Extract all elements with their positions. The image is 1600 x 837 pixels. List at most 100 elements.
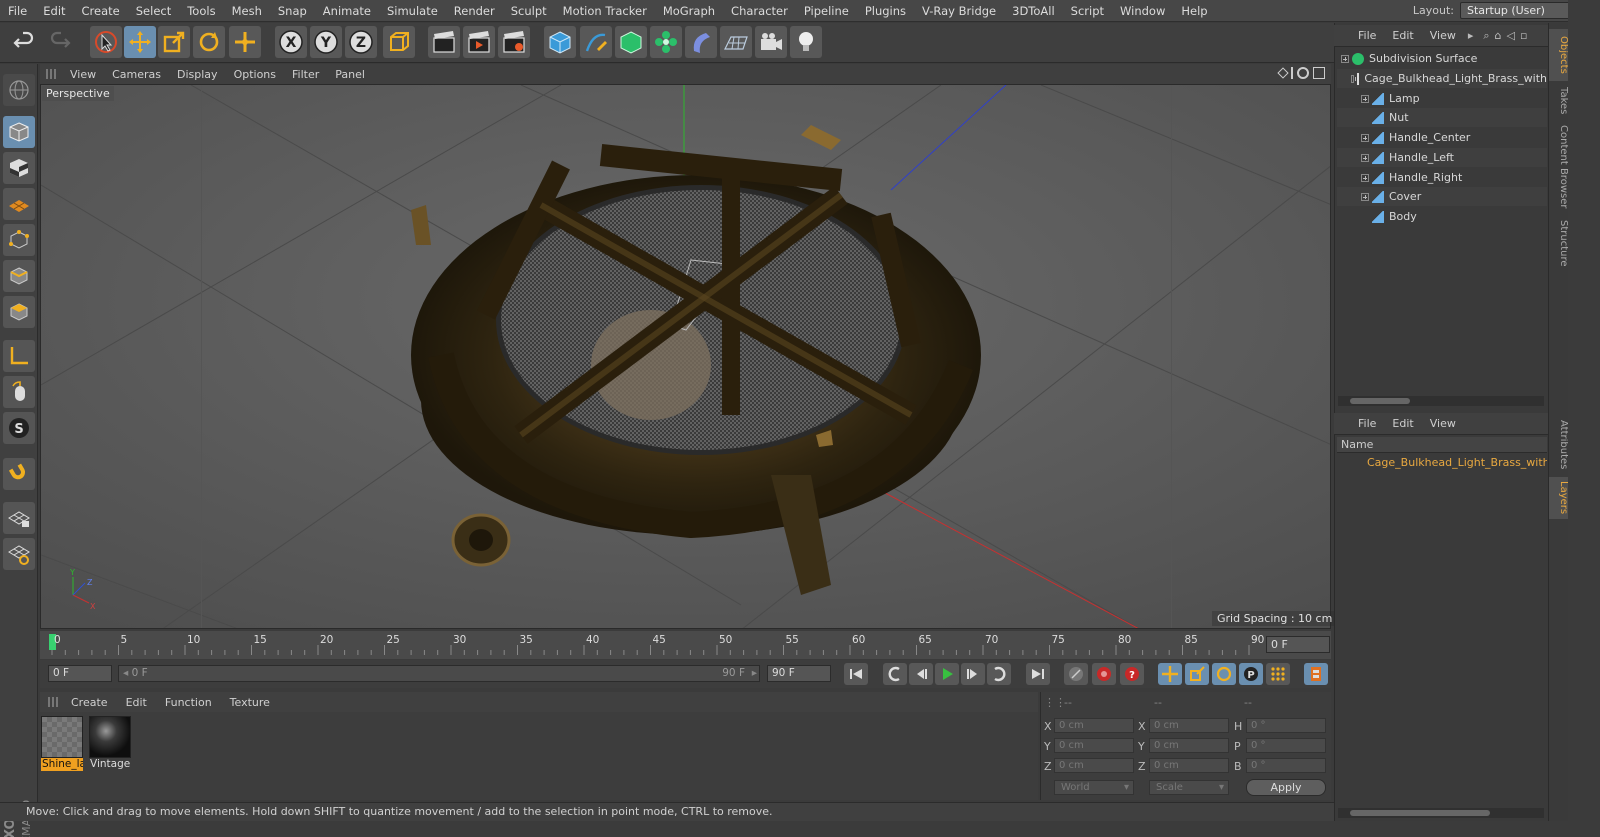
toggle-view-icon[interactable] [1313, 67, 1325, 79]
deformer-button[interactable] [685, 26, 717, 58]
menu-pipeline[interactable]: Pipeline [796, 4, 857, 18]
material-menu-function[interactable]: Function [156, 696, 221, 709]
object-row-handle-right[interactable]: Handle_Right [1337, 168, 1547, 187]
menu-mograph[interactable]: MoGraph [655, 4, 723, 18]
pen-spline-button[interactable] [580, 26, 612, 58]
menu-simulate[interactable]: Simulate [379, 4, 446, 18]
tab-structure[interactable]: Structure [1549, 215, 1569, 271]
coord-size-z-field[interactable]: 0 cm [1149, 758, 1229, 773]
menu-animate[interactable]: Animate [315, 4, 379, 18]
object-row-handle-left[interactable]: Handle_Left [1337, 148, 1547, 167]
menu-render[interactable]: Render [446, 4, 503, 18]
expand-icon[interactable] [1351, 74, 1356, 83]
key-position-button[interactable] [1158, 663, 1182, 685]
coordinate-system-button[interactable] [383, 26, 415, 58]
move-tool-button[interactable] [124, 26, 156, 58]
orbit-icon[interactable] [1297, 67, 1309, 79]
menu-script[interactable]: Script [1063, 4, 1112, 18]
material-menu-edit[interactable]: Edit [117, 696, 156, 709]
menu-snap[interactable]: Snap [270, 4, 315, 18]
planar-workplane-button[interactable] [3, 538, 35, 570]
objects-menu-file[interactable]: File [1350, 29, 1384, 42]
x-axis-lock-button[interactable]: X [275, 26, 307, 58]
menu-mesh[interactable]: Mesh [224, 4, 270, 18]
coord-pos-y-field[interactable]: 0 cm [1054, 738, 1134, 753]
z-axis-lock-button[interactable]: Z [345, 26, 377, 58]
apply-button[interactable]: Apply [1246, 779, 1326, 796]
polygon-mode-button[interactable] [3, 296, 35, 328]
coord-rot-h-field[interactable]: 0 ° [1246, 718, 1326, 733]
coord-size-y-field[interactable]: 0 cm [1149, 738, 1229, 753]
coord-size-x-field[interactable]: 0 cm [1149, 718, 1229, 733]
object-row-cage-bulkhead[interactable]: Cage_Bulkhead_Light_Brass_with [1337, 69, 1547, 88]
menu-edit[interactable]: Edit [35, 4, 73, 18]
object-row-nut[interactable]: Nut [1337, 108, 1547, 127]
texture-mode-button[interactable] [3, 152, 35, 184]
expand-icon[interactable] [1361, 133, 1369, 142]
array-cloner-button[interactable] [650, 26, 682, 58]
render-settings-button[interactable] [498, 26, 530, 58]
tab-attributes[interactable]: Attributes [1549, 415, 1569, 475]
menu-file[interactable]: File [0, 4, 35, 18]
objects-horizontal-scrollbar[interactable] [1338, 396, 1544, 406]
menu-tools[interactable]: Tools [179, 4, 223, 18]
select-tool-button[interactable] [90, 26, 122, 58]
material-swatch-shine[interactable]: Shine_la [41, 716, 83, 774]
coord-rot-b-field[interactable]: 0 ° [1246, 758, 1326, 773]
pan-icon[interactable] [1277, 67, 1289, 79]
menu-select[interactable]: Select [128, 4, 179, 18]
tab-takes[interactable]: Takes [1549, 83, 1569, 119]
record-active-objects-button[interactable] [1092, 663, 1116, 685]
menu-window[interactable]: Window [1112, 4, 1173, 18]
back-icon[interactable]: ◁ [1507, 29, 1515, 42]
edge-mode-button[interactable] [3, 260, 35, 292]
tweak-mode-button[interactable] [3, 376, 35, 408]
menu-character[interactable]: Character [723, 4, 796, 18]
render-to-picture-viewer-button[interactable] [463, 26, 495, 58]
viewport-menu-filter[interactable]: Filter [284, 68, 327, 81]
frame-range-slider[interactable]: ◂ 0 F 90 F ▸ [118, 665, 760, 682]
material-menu-create[interactable]: Create [62, 696, 117, 709]
menu-create[interactable]: Create [74, 4, 128, 18]
menu-motion-tracker[interactable]: Motion Tracker [555, 4, 655, 18]
objects-menu-more-icon[interactable]: ▸ [1468, 29, 1474, 42]
y-axis-lock-button[interactable]: Y [310, 26, 342, 58]
objects-menu-view[interactable]: View [1422, 29, 1464, 42]
previous-key-button[interactable] [883, 663, 907, 685]
object-row-lamp[interactable]: Lamp [1337, 89, 1547, 108]
viewport-menu-panel[interactable]: Panel [327, 68, 373, 81]
object-row-body[interactable]: Body [1337, 207, 1547, 226]
maximize-icon[interactable]: ▫ [1520, 29, 1527, 42]
object-row-cover[interactable]: Cover [1337, 187, 1547, 206]
search-icon[interactable]: ⌕ [1483, 29, 1489, 43]
lock-workplane-button[interactable] [3, 502, 35, 534]
viewport-menu-view[interactable]: View [62, 68, 104, 81]
layers-menu-edit[interactable]: Edit [1384, 417, 1421, 430]
tab-objects[interactable]: Objects [1549, 29, 1569, 81]
layers-horizontal-scrollbar[interactable] [1338, 808, 1544, 818]
cube-primitive-button[interactable] [544, 26, 576, 58]
expand-icon[interactable] [1361, 153, 1369, 162]
live-selection-button[interactable] [229, 26, 261, 58]
undo-button[interactable] [8, 26, 40, 58]
viewport-menu-cameras[interactable]: Cameras [104, 68, 169, 81]
objects-scroll-thumb[interactable] [1350, 398, 1410, 404]
light-button[interactable] [790, 26, 822, 58]
camera-button[interactable] [755, 26, 787, 58]
material-swatch-vintage[interactable]: Vintage [89, 716, 131, 774]
coord-pos-x-field[interactable]: 0 cm [1054, 718, 1134, 733]
coord-space-dropdown[interactable]: World ▾ [1054, 780, 1134, 795]
key-scale-button[interactable] [1185, 663, 1209, 685]
timeline-ruler[interactable]: 0 5 10 15 20 25 30 35 40 45 50 55 60 65 70 75 80 85 90 [40, 631, 1331, 659]
objects-menu-edit[interactable]: Edit [1384, 29, 1421, 42]
menu-3dtoall[interactable]: 3DToAll [1004, 4, 1063, 18]
timeline-window-button[interactable] [1304, 663, 1328, 685]
layer-row[interactable]: Cage_Bulkhead_Light_Brass_with_ [1337, 454, 1547, 471]
menu-plugins[interactable]: Plugins [857, 4, 914, 18]
expand-icon[interactable] [1341, 54, 1349, 63]
magnet-button[interactable] [3, 458, 35, 490]
previous-frame-button[interactable] [909, 663, 933, 685]
key-rotation-button[interactable] [1212, 663, 1236, 685]
subdivision-surface-button[interactable] [615, 26, 647, 58]
expand-icon[interactable] [1361, 94, 1369, 103]
